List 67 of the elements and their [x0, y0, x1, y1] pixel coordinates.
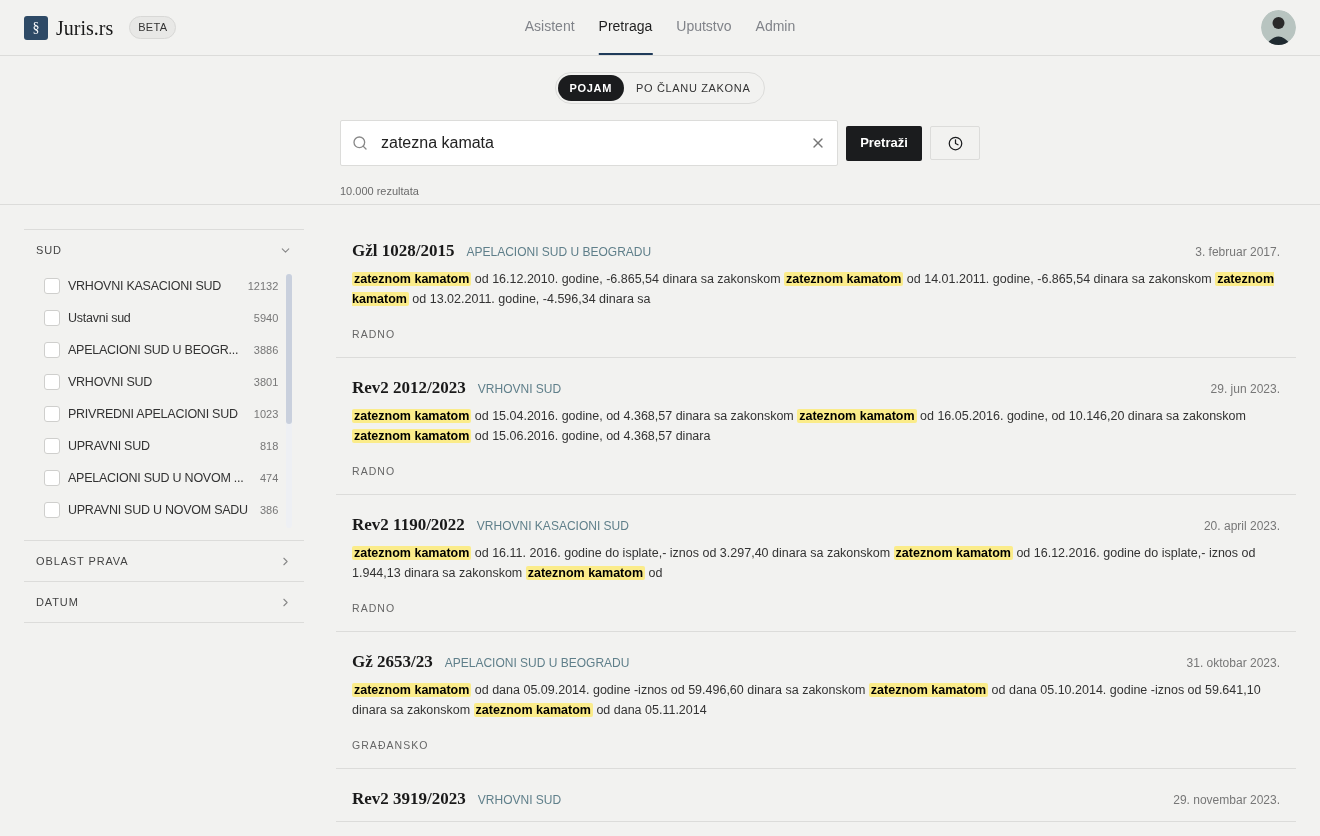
checkbox[interactable] — [44, 374, 60, 390]
snippet-text: zateznom kamatom od dana 05.09.2014. godine -iznos od 59.496,60 dinara sa zakonskom zateznom kamatom od dana 05.10.2014. godine -iznos od 59.641,10 dinara sa zakonskom zateznom kamatom od dana 05.11.2014 — [352, 682, 1262, 719]
filter-header[interactable]: OBLAST PRAVA — [24, 541, 304, 581]
decision-date: 29. novembar 2023. — [1173, 792, 1280, 809]
option-count: 12132 — [247, 278, 279, 294]
history-icon — [947, 135, 963, 151]
search-field[interactable]: zatezna kamata — [340, 120, 838, 166]
filter-option[interactable]: VRHOVNI SUD 3801 — [44, 366, 279, 398]
checkbox[interactable] — [44, 502, 60, 518]
court-name: APELACIONI SUD U BEOGRADU — [444, 655, 630, 672]
option-count: 1023 — [253, 406, 279, 422]
avatar[interactable] — [1261, 10, 1296, 45]
option-count: 818 — [259, 438, 279, 454]
case-number[interactable]: Rev2 2012/2023 — [352, 378, 466, 398]
filter-header[interactable]: SUD — [24, 230, 304, 270]
nav-tab[interactable]: Pretraga — [598, 0, 653, 55]
court-name: VRHOVNI SUD — [477, 381, 562, 398]
nav-tab[interactable]: Admin — [755, 0, 796, 55]
filter-option[interactable]: UPRAVNI SUD U NOVOM SADU 386 — [44, 494, 279, 526]
court-name: VRHOVNI KASACIONI SUD — [476, 518, 629, 535]
decision-date: 31. oktobar 2023. — [1186, 655, 1280, 672]
filter-option[interactable]: Ustavni sud 5940 — [44, 302, 279, 334]
area-label: GRAĐANSKO — [352, 739, 429, 751]
decision-date: 29. jun 2023. — [1210, 381, 1280, 398]
filter-option[interactable]: VRHOVNI KASACIONI SUD 12132 — [44, 270, 279, 302]
checkbox[interactable] — [44, 406, 60, 422]
result-card[interactable]: Rev2 3919/2023 VRHOVNI SUD 29. novembar 2023. — [336, 769, 1296, 822]
filter-header[interactable]: DATUM — [24, 582, 304, 622]
checkbox[interactable] — [44, 342, 60, 358]
court-name: APELACIONI SUD U BEOGRADU — [466, 244, 652, 261]
area-label: RADNO — [352, 602, 396, 614]
checkbox[interactable] — [44, 278, 60, 294]
filter-option[interactable]: PRIVREDNI APELACIONI SUD 1023 — [44, 398, 279, 430]
checkbox[interactable] — [44, 310, 60, 326]
case-number[interactable]: Gžl 1028/2015 — [352, 241, 455, 261]
search-mode-tab[interactable]: POJAM — [557, 75, 624, 101]
option-count: 474 — [259, 470, 279, 486]
decision-date: 3. februar 2017. — [1195, 244, 1280, 261]
brand-name: Juris.rs — [56, 15, 114, 41]
option-count: 3886 — [253, 342, 279, 358]
court-name: VRHOVNI SUD — [477, 792, 562, 809]
snippet-text: zateznom kamatom od 15.04.2016. godine, od 4.368,57 dinara sa zakonskom zateznom kamatom od 16.05.2016. godine, od 10.146,20 dinara sa zakonskom zateznom kamatom od 15.06.2016. godine, od 4.368,57 dinara — [352, 408, 1247, 445]
decision-date: 20. april 2023. — [1203, 518, 1280, 535]
area-label: RADNO — [352, 328, 396, 340]
snippet-text: zateznom kamatom od 16.11. 2016. godine do isplate,- iznos od 3.297,40 dinara sa zakonskom zateznom kamatom od 16.12.2016. godine do isplate,- iznos od 1.944,13 dinara sa zakonskom zateznom kamatom od — [352, 545, 1257, 582]
case-number[interactable]: Rev2 3919/2023 — [352, 789, 466, 809]
area-label: RADNO — [352, 465, 396, 477]
case-number[interactable]: Rev2 1190/2022 — [352, 515, 465, 535]
filter-option[interactable]: UPRAVNI SUD 818 — [44, 430, 279, 462]
result-count: 10.000 rezultata — [340, 185, 419, 197]
nav-tab[interactable]: Uputstvo — [676, 0, 732, 55]
checkbox[interactable] — [44, 438, 60, 454]
option-count: 5940 — [253, 310, 279, 326]
history-button[interactable] — [930, 126, 980, 160]
search-button[interactable]: Pretraži — [846, 125, 922, 161]
checkbox[interactable] — [44, 470, 60, 486]
filter-option[interactable]: APELACIONI SUD U BEOGR... 3886 — [44, 334, 279, 366]
logo-icon: § — [24, 15, 48, 40]
case-number[interactable]: Gž 2653/23 — [352, 652, 433, 672]
scrollbar[interactable] — [286, 274, 293, 528]
option-count: 386 — [259, 502, 279, 518]
option-count: 3801 — [253, 374, 279, 390]
beta-badge: BETA — [129, 16, 177, 39]
search-mode-tab[interactable]: PO ČLANU ZAKONA — [624, 75, 763, 101]
filter-option[interactable]: APELACIONI SUD U NOVOM ... 474 — [44, 462, 279, 494]
search-icon — [352, 135, 368, 151]
snippet-text: zateznom kamatom od 16.12.2010. godine, -6.865,54 dinara sa zakonskom zateznom kamatom od 14.01.2011. godine, -6.865,54 dinara sa zakonskom zateznom kamatom od 13.02.2011. godine, -4.596,34 dinara sa — [352, 271, 1276, 308]
